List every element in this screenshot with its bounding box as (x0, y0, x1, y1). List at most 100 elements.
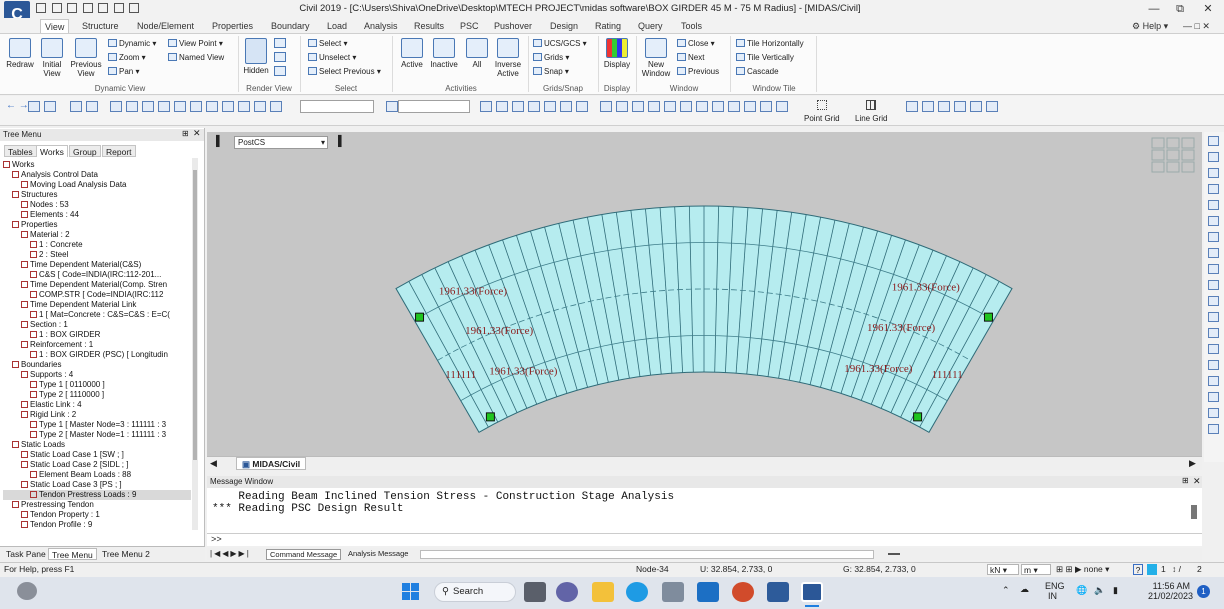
view-tool-icon[interactable] (1208, 312, 1219, 322)
page-spinner-icon[interactable]: ↕ / (1172, 564, 1181, 575)
toolbar-tool-icon[interactable] (480, 101, 492, 112)
point-grid-button[interactable]: Point Grid (804, 114, 840, 123)
bottom-tab-task-pane[interactable]: Task Pane (3, 548, 49, 560)
view-tab-next-icon[interactable]: ▶ (1189, 458, 1196, 469)
undo-icon[interactable] (113, 3, 124, 13)
view-tool-icon[interactable] (1208, 280, 1219, 290)
view-tab-prev-icon[interactable]: ◀ (210, 458, 217, 469)
initial-view-button[interactable]: Initial View (36, 38, 68, 78)
save-all-icon[interactable] (82, 3, 93, 13)
close-tree-icon[interactable]: ✕ (193, 128, 201, 139)
snap-button[interactable]: Snap ▾ (533, 66, 569, 78)
render-shade-icon[interactable] (274, 52, 286, 62)
tree-item[interactable]: 1 : BOX GIRDER (3, 330, 191, 340)
tree-item[interactable]: Nodes : 53 (3, 200, 191, 210)
toolbar-tool-icon[interactable] (616, 101, 628, 112)
print-icon[interactable] (98, 3, 109, 13)
dynamic-button[interactable]: Dynamic ▾ (108, 38, 156, 50)
notification-badge[interactable]: 1 (1197, 585, 1210, 598)
menu-tools[interactable]: Tools (681, 19, 702, 33)
view-tool-icon[interactable] (1208, 392, 1219, 402)
toolbar-tool-icon[interactable] (190, 101, 202, 112)
tree-item[interactable]: Reinforcement : 1 (3, 340, 191, 350)
save-icon[interactable] (67, 3, 78, 13)
force-unit-select[interactable]: kN ▾ (987, 564, 1019, 575)
tree-item[interactable]: Moving Load Analysis Data (3, 180, 191, 190)
toolbar-tool-icon[interactable] (712, 101, 724, 112)
tree-tab-works[interactable]: Works (36, 145, 68, 157)
view-tab-midas[interactable]: ▣ MIDAS/Civil (236, 457, 307, 470)
support-icon[interactable] (485, 412, 495, 422)
toolbar-tool-icon[interactable] (560, 101, 572, 112)
powerpoint-icon[interactable] (732, 582, 754, 602)
toolbar-tool-icon[interactable] (174, 101, 186, 112)
menu-analysis[interactable]: Analysis (364, 19, 398, 33)
ucs-gcs-button[interactable]: UCS/GCS ▾ (533, 38, 587, 50)
tree-item[interactable]: 1 : BOX GIRDER (PSC) [ Longitudin (3, 350, 191, 360)
tree-item[interactable]: Analysis Control Data (3, 170, 191, 180)
view-tool-icon[interactable] (1208, 136, 1219, 146)
tree-item[interactable]: Time Dependent Material Link (3, 300, 191, 310)
open-file-icon[interactable] (51, 3, 62, 13)
page-current[interactable]: 1 (1161, 564, 1166, 575)
toolbar-tool-icon[interactable] (238, 101, 250, 112)
tree-item[interactable]: Elements : 44 (3, 210, 191, 220)
render-option-icon[interactable] (274, 38, 286, 48)
menu-psc[interactable]: PSC (460, 19, 479, 33)
view-point-button[interactable]: View Point ▾ (168, 38, 223, 50)
length-unit-select[interactable]: m ▾ (1021, 564, 1051, 575)
unselect-button[interactable]: Unselect ▾ (308, 52, 356, 64)
view-tool-icon[interactable] (1208, 152, 1219, 162)
zoom-button[interactable]: Zoom ▾ (108, 52, 146, 64)
network-icon[interactable]: 🌐 (1076, 585, 1087, 596)
view-tool-icon[interactable] (1208, 376, 1219, 386)
tree-item[interactable]: 1 : Concrete (3, 240, 191, 250)
tree-item[interactable]: Element Beam Loads : 88 (3, 470, 191, 480)
tray-app-icon[interactable]: ☁ (1020, 584, 1029, 595)
previous-view-button[interactable]: Previous View (70, 38, 102, 78)
toolbar-tool-icon[interactable] (648, 101, 660, 112)
bottom-tab-tree-menu[interactable]: Tree Menu (48, 548, 97, 560)
previous-button[interactable]: Previous (677, 66, 719, 78)
cascade-button[interactable]: Cascade (736, 66, 779, 78)
tree-item[interactable]: Tendon Property : 1 (3, 510, 191, 520)
tree-item[interactable]: Rigid Link : 2 (3, 410, 191, 420)
color-swatch-icon[interactable] (1147, 564, 1157, 575)
toolbar-tool-icon[interactable] (970, 101, 982, 112)
tree-item[interactable]: Prestressing Tendon (3, 500, 191, 510)
close-message-icon[interactable]: ✕ (1193, 476, 1201, 487)
tree-item[interactable]: Type 1 [ Master Node=3 : 111111 : 3 (3, 420, 191, 430)
toolbar-tool-icon[interactable] (222, 101, 234, 112)
toolbar-tool-icon[interactable] (270, 101, 282, 112)
tray-overflow-icon[interactable]: ⌃ (1002, 585, 1010, 596)
view-tool-icon[interactable] (1208, 360, 1219, 370)
toolbar-tool-icon[interactable] (86, 101, 98, 112)
midas-civil-taskbar-icon[interactable] (801, 582, 823, 602)
message-tab-nav-icon[interactable]: |◀◀▶▶| (210, 549, 251, 558)
toolbar-tool-icon[interactable] (922, 101, 934, 112)
status-tool-icons[interactable]: ⊞ ⊞ ▶ none ▾ (1056, 564, 1130, 575)
menu-structure[interactable]: Structure (82, 19, 119, 33)
pin-icon[interactable]: ⊞ (182, 129, 189, 138)
select-previous-button[interactable]: Select Previous ▾ (308, 66, 381, 78)
tree-tab-tables[interactable]: Tables (4, 145, 37, 157)
menu-design[interactable]: Design (550, 19, 578, 33)
toolbar-tool-icon[interactable] (512, 101, 524, 112)
edge-icon[interactable] (626, 582, 648, 602)
restore-button[interactable]: ⧉ (1168, 1, 1192, 17)
volume-icon[interactable]: 🔈 (1094, 585, 1105, 596)
toolbar-tool-icon[interactable] (44, 101, 56, 112)
toolbar-tool-icon[interactable] (544, 101, 556, 112)
tree-item[interactable]: Type 2 [ 1110000 ] (3, 390, 191, 400)
menu-results[interactable]: Results (414, 19, 444, 33)
new-window-button[interactable]: New Window (640, 38, 672, 78)
message-h-scrollbar[interactable] (420, 550, 874, 559)
message-scrollbar-thumb[interactable] (1191, 505, 1197, 519)
tree-item[interactable]: Works (3, 160, 191, 170)
mail-icon[interactable] (697, 582, 719, 602)
render-globe-icon[interactable] (274, 66, 286, 76)
view-tool-icon[interactable] (1208, 248, 1219, 258)
toolbar-tool-icon[interactable] (632, 101, 644, 112)
select-button[interactable]: Select ▾ (308, 38, 347, 50)
weather-icon[interactable] (17, 582, 37, 600)
